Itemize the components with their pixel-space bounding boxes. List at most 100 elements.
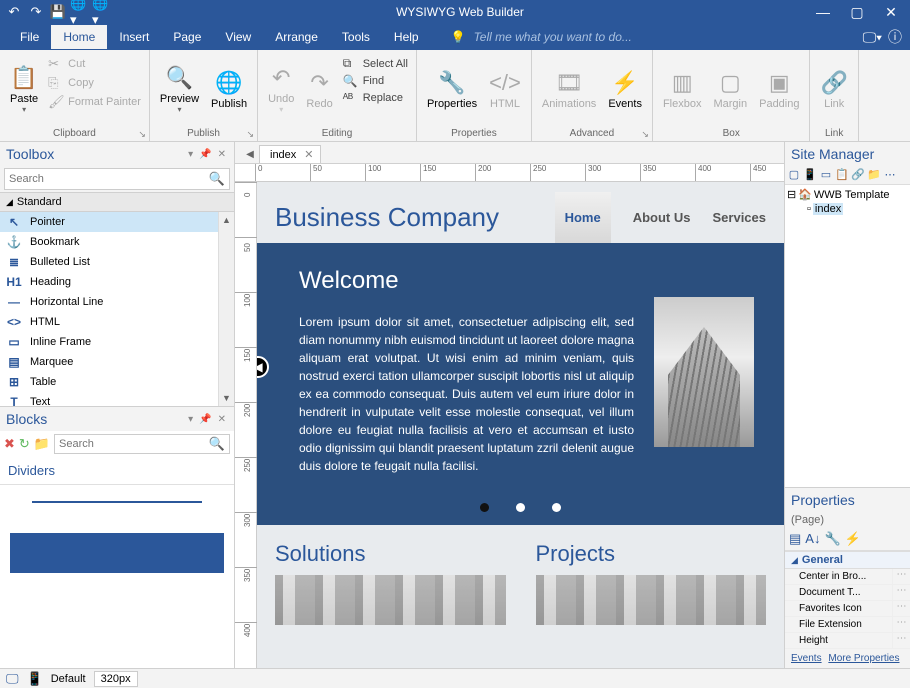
preview-button[interactable]: 🔍Preview▾ [154,53,205,124]
sm-tool-4-icon[interactable]: 📋 [835,168,849,182]
carousel-prev-icon[interactable]: ◀ [257,356,269,378]
col-solutions-title[interactable]: Solutions [275,541,506,567]
tab-prev-icon[interactable]: ◀ [241,145,259,163]
sm-tool-6-icon[interactable]: 📁 [867,168,881,182]
prop-edit-icon[interactable]: ⋯ [892,601,910,616]
blocks-category-dividers[interactable]: Dividers [0,457,234,485]
publish-button[interactable]: 🌐Publish [205,53,253,124]
pane-close-icon[interactable]: ✕ [216,149,228,160]
pane-dropdown-icon[interactable]: ▾ [186,149,195,160]
cut-button[interactable]: ✂Cut [46,55,143,73]
help-icon[interactable]: ⓘ [888,27,902,47]
tab-close-icon[interactable]: ✕ [304,148,313,161]
site-tree-root[interactable]: ⊟🏠WWB Template [787,187,908,202]
prop-edit-icon[interactable]: ⋯ [892,617,910,632]
qat-publish-icon[interactable]: 🌐▾ [92,2,112,22]
tool-pointer[interactable]: ↖Pointer [0,212,234,232]
menu-page[interactable]: Page [161,25,213,49]
menu-help[interactable]: Help [382,25,431,49]
link-button[interactable]: 🔗Link [814,53,853,124]
pane-pin-icon[interactable]: 📌 [197,414,213,425]
prop-row[interactable]: Document T...⋯ [785,585,910,601]
events-button[interactable]: ⚡Events [602,53,648,124]
nav-services[interactable]: Services [713,210,767,225]
minimize-button[interactable]: — [808,2,838,22]
padding-button[interactable]: ▣Padding [753,53,805,124]
prop-edit-icon[interactable]: ⋯ [892,633,910,648]
tool-bulleted-list[interactable]: ≣Bulleted List [0,252,234,272]
prop-edit-icon[interactable]: ⋯ [892,569,910,584]
publish-launcher-icon[interactable]: ↘ [247,129,255,140]
toolbox-group-standard[interactable]: ◢Standard [0,192,234,212]
divider-block-1[interactable] [12,501,222,503]
projects-image[interactable] [536,575,767,625]
props-sort-icon[interactable]: A↓ [805,531,820,547]
tool-heading[interactable]: H1Heading [0,272,234,292]
sm-tool-7-icon[interactable]: ⋯ [883,168,897,182]
menu-home[interactable]: Home [51,25,107,49]
menu-tools[interactable]: Tools [330,25,382,49]
page-company-title[interactable]: Business Company [275,202,499,233]
maximize-button[interactable]: ▢ [842,2,872,22]
pane-pin-icon[interactable]: 📌 [197,149,213,160]
col-projects-title[interactable]: Projects [536,541,767,567]
props-categorize-icon[interactable]: ▤ [789,531,801,547]
tool-marquee[interactable]: ▤Marquee [0,352,234,372]
props-wrench-icon[interactable]: 🔧 [824,531,840,547]
blocks-search[interactable]: 🔍 [54,434,230,454]
animations-button[interactable]: 🎞Animations [536,53,602,124]
properties-button[interactable]: 🔧Properties [421,53,483,124]
search-icon[interactable]: 🔍 [209,436,225,452]
menu-arrange[interactable]: Arrange [263,25,330,49]
dot-3[interactable] [552,503,561,512]
html-button[interactable]: </>HTML [483,53,527,124]
menu-file[interactable]: File [8,25,51,49]
toolbox-search-input[interactable] [9,173,209,185]
replace-button[interactable]: ᴬᴮReplace [341,90,410,106]
prop-row[interactable]: File Extension⋯ [785,617,910,633]
hero-title[interactable]: Welcome [299,267,634,295]
blocks-refresh-icon[interactable]: ↻ [19,436,30,452]
close-button[interactable]: ✕ [876,2,906,22]
tool-inline-frame[interactable]: ▭Inline Frame [0,332,234,352]
status-zoom[interactable]: 320px [94,671,138,687]
flexbox-button[interactable]: ▥Flexbox [657,53,708,124]
advanced-launcher-icon[interactable]: ↘ [641,129,649,140]
status-icon-1[interactable]: 🖵 [6,671,19,687]
tool-table[interactable]: ⊞Table [0,372,234,392]
menu-insert[interactable]: Insert [107,25,161,49]
sm-tool-5-icon[interactable]: 🔗 [851,168,865,182]
solutions-image[interactable] [275,575,506,625]
scroll-down-icon[interactable]: ▼ [219,390,234,406]
format-painter-button[interactable]: 🖌Format Painter [46,93,143,111]
tell-me-search[interactable]: 💡 Tell me what you want to do... [451,30,632,44]
nav-about[interactable]: About Us [633,210,691,225]
prop-row[interactable]: Center in Bro...⋯ [785,569,910,585]
qat-preview-icon[interactable]: 🌐▾ [70,2,90,22]
design-canvas[interactable]: Business Company Home About Us Services … [257,182,784,668]
copy-button[interactable]: ⎘Copy [46,74,143,92]
scroll-up-icon[interactable]: ▲ [219,212,234,228]
site-tree-index[interactable]: ▫index [787,202,908,216]
qat-save-icon[interactable]: 💾 [48,2,68,22]
hero-body[interactable]: Lorem ipsum dolor sit amet, consectetuer… [299,313,634,475]
display-toggle-icon[interactable]: 🖵▾ [863,29,882,46]
tree-expand-icon[interactable]: ⊟ [787,188,796,201]
pane-close-icon[interactable]: ✕ [216,414,228,425]
prop-edit-icon[interactable]: ⋯ [892,585,910,600]
paste-button[interactable]: 📋 Paste ▾ [4,53,44,124]
blocks-delete-icon[interactable]: ✖ [4,436,15,452]
status-icon-2[interactable]: 📱 [27,671,43,687]
prop-row[interactable]: Favorites Icon⋯ [785,601,910,617]
qat-undo-icon[interactable]: ↶ [4,2,24,22]
hero-image[interactable] [654,297,754,447]
select-all-button[interactable]: ⧉Select All [341,55,410,72]
tool-html[interactable]: <>HTML [0,312,234,332]
toolbox-search[interactable]: 🔍 [4,168,230,190]
blocks-folder-icon[interactable]: 📁 [34,436,50,452]
clipboard-launcher-icon[interactable]: ↘ [138,129,146,140]
props-category-general[interactable]: ◢General [785,551,910,569]
sm-tool-3-icon[interactable]: ▭ [819,168,833,182]
qat-redo-icon[interactable]: ↷ [26,2,46,22]
undo-button[interactable]: ↶Undo▾ [262,53,300,124]
